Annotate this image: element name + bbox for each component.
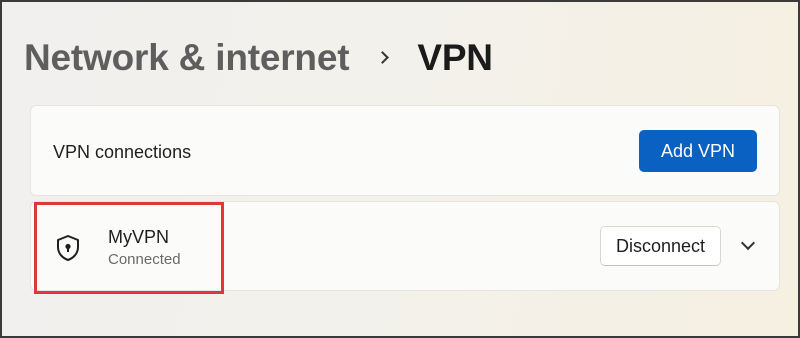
breadcrumb: Network & internet VPN bbox=[24, 32, 493, 84]
breadcrumb-parent[interactable]: Network & internet bbox=[24, 37, 350, 79]
vpn-connections-card: VPN connections Add VPN bbox=[30, 105, 780, 196]
disconnect-button[interactable]: Disconnect bbox=[600, 226, 721, 266]
chevron-right-icon bbox=[375, 46, 403, 70]
chevron-down-icon[interactable] bbox=[739, 238, 757, 252]
highlight-box bbox=[34, 202, 224, 294]
vpn-connections-label: VPN connections bbox=[53, 142, 192, 162]
page-title: VPN bbox=[417, 37, 493, 78]
add-vpn-button[interactable]: Add VPN bbox=[639, 130, 757, 172]
